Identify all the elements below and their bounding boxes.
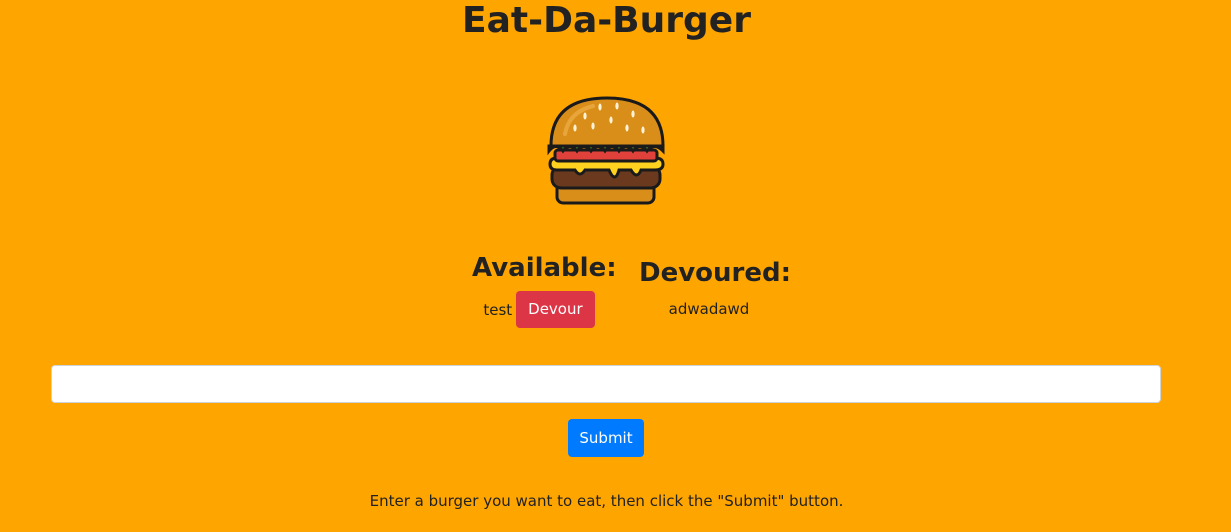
devoured-heading: Devoured: — [639, 258, 792, 288]
list-item: adwadawd — [668, 300, 750, 318]
burger-name: test — [483, 300, 513, 319]
available-heading: Available: — [472, 253, 617, 283]
available-section: Available: test Devour — [472, 252, 617, 328]
burger-icon — [545, 94, 669, 208]
instructions-text: Enter a burger you want to eat, then cli… — [369, 492, 844, 510]
devoured-section: Devoured: adwadawd — [639, 257, 792, 318]
page-title: Eat-Da-Burger — [462, 0, 751, 41]
list-item: test Devour — [472, 291, 606, 328]
submit-button[interactable]: Submit — [568, 419, 644, 457]
devour-button[interactable]: Devour — [516, 291, 595, 328]
burger-name-input[interactable] — [51, 365, 1161, 403]
